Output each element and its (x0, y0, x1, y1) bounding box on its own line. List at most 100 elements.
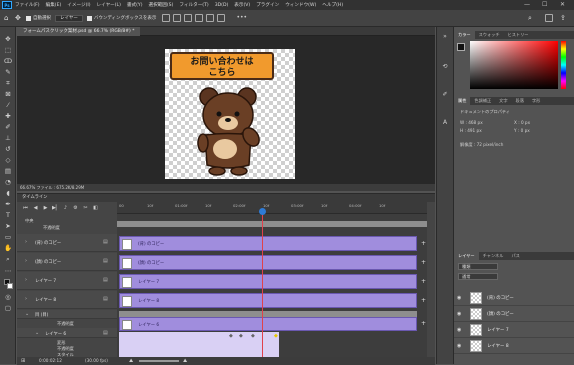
tab-adjustments[interactable]: 色調補正 (470, 97, 495, 105)
timeline-layer-row[interactable]: ⌄ レイヤー 6 ▤ (17, 328, 117, 338)
healing-tool-icon[interactable]: ✚ (4, 112, 12, 120)
quick-select-tool-icon[interactable]: ✎ (4, 68, 12, 76)
menu-type[interactable]: 書式(Y) (127, 2, 143, 8)
history-brush-icon[interactable]: ↺ (4, 145, 12, 153)
keyframe-icon[interactable]: ◆ (251, 333, 255, 339)
tab-paragraph[interactable]: 段落 (512, 97, 528, 105)
stamp-tool-icon[interactable]: ⊥ (4, 134, 12, 142)
menu-3d[interactable]: 3D(D) (215, 3, 229, 8)
eye-icon[interactable]: ◉ (457, 327, 461, 333)
lasso-tool-icon[interactable]: ↀ (4, 57, 12, 65)
prev-frame-icon[interactable]: ◀ (32, 205, 39, 212)
move-tool-icon[interactable]: ✥ (15, 14, 23, 22)
timeline-clip[interactable]: レイヤー 8 (119, 293, 417, 308)
hue-slider[interactable] (561, 41, 566, 89)
keyframe-icon[interactable]: ◆ (239, 333, 243, 339)
work-area-bar[interactable] (117, 221, 427, 227)
share-icon[interactable]: ⇪ (560, 14, 568, 22)
menu-help[interactable]: ヘルプ(H) (322, 2, 343, 8)
eye-icon[interactable]: ◉ (457, 311, 461, 317)
align-middle-icon[interactable] (206, 14, 215, 22)
align-center-icon[interactable] (173, 14, 182, 22)
film-icon[interactable]: ▤ (103, 330, 108, 336)
menu-view[interactable]: 表示(V) (234, 2, 250, 8)
playhead-handle[interactable] (259, 208, 266, 215)
hand-tool-icon[interactable]: ✋ (4, 244, 12, 252)
play-icon[interactable]: ▶ (42, 205, 49, 212)
eraser-tool-icon[interactable]: ◇ (4, 156, 12, 164)
eyedropper-tool-icon[interactable]: ⁄ (4, 101, 12, 109)
layer-filter-dropdown[interactable]: 種類 (458, 263, 498, 270)
menu-image[interactable]: イメージ(I) (67, 2, 90, 8)
layer-row[interactable]: ◉ (顔) のコピー (454, 306, 574, 322)
expand-arrow-icon[interactable]: › (25, 296, 27, 302)
quick-mask-icon[interactable]: ◎ (4, 293, 12, 301)
blur-tool-icon[interactable]: ◔ (4, 178, 12, 186)
move-tool-icon[interactable]: ✥ (4, 35, 12, 43)
maximize-icon[interactable]: ☐ (542, 1, 547, 8)
timeline-ruler[interactable]: 00 10f 01:00f 10f 02:00f 10f 03:00f 10f … (117, 202, 427, 214)
add-media-icon[interactable]: + (421, 240, 426, 247)
search-icon[interactable]: ⌕ (528, 14, 536, 22)
add-media-icon[interactable]: + (421, 278, 426, 285)
type-tool-icon[interactable]: T (4, 211, 12, 219)
film-icon[interactable]: ▤ (103, 239, 108, 245)
timeline-layer-row[interactable]: › レイヤー 8 ▤ (17, 291, 117, 309)
tab-swatches[interactable]: スウォッチ (475, 31, 504, 39)
tab-paths[interactable]: パス (507, 252, 523, 260)
fg-color-swatch[interactable] (457, 43, 465, 51)
tab-properties[interactable]: 属性 (454, 97, 471, 105)
collapse-arrow-icon[interactable]: ⌄ (35, 330, 39, 336)
layer-row[interactable]: ◉ レイヤー 7 (454, 322, 574, 338)
app-logo[interactable]: Ps (2, 1, 12, 9)
workspace-icon[interactable] (545, 14, 553, 22)
menu-select[interactable]: 選択範囲(S) (149, 2, 174, 8)
blend-mode-dropdown[interactable]: 通常 (458, 273, 498, 280)
frame-tool-icon[interactable]: ⊠ (4, 90, 12, 98)
playhead-line[interactable] (262, 209, 263, 365)
close-icon[interactable]: ✕ (560, 1, 565, 8)
crop-tool-icon[interactable]: ⌗ (4, 79, 12, 87)
character-panel-icon[interactable]: A (441, 119, 449, 127)
brush-panel-icon[interactable]: ✐ (441, 91, 449, 99)
shape-tool-icon[interactable]: ▭ (4, 233, 12, 241)
color-picker-field[interactable] (470, 41, 558, 89)
background-color-swatch[interactable] (7, 283, 13, 289)
tab-glyphs[interactable]: 字形 (528, 97, 544, 105)
brush-tool-icon[interactable]: ✐ (4, 123, 12, 131)
keyframe-icon[interactable]: ◆ (274, 333, 278, 339)
transition-icon[interactable]: ◧ (92, 205, 99, 212)
zoom-slider[interactable] (139, 360, 179, 362)
document-tab[interactable]: フォームパスクリック案材.psd @ 66.7% (RGB/8#) * (17, 27, 141, 36)
tab-channels[interactable]: チャンネル (479, 252, 508, 260)
add-media-icon[interactable]: + (421, 297, 426, 304)
audio-icon[interactable]: ♪ (62, 205, 69, 212)
minimize-icon[interactable]: — (524, 1, 530, 8)
settings-icon[interactable]: ⚙ (72, 205, 79, 212)
add-media-icon[interactable]: + (421, 259, 426, 266)
gradient-tool-icon[interactable]: ▤ (4, 167, 12, 175)
timeline-clip[interactable]: (顔) のコピー (119, 255, 417, 270)
pen-tool-icon[interactable]: ✒ (4, 200, 12, 208)
tab-history[interactable]: ヒストリー (504, 31, 533, 39)
eye-icon[interactable]: ◉ (457, 343, 461, 349)
keyframe-lane[interactable] (119, 332, 279, 357)
layer-row[interactable]: ◉ (背) のコピー (454, 290, 574, 306)
menu-window[interactable]: ウィンドウ(W) (285, 2, 316, 8)
eye-icon[interactable]: ◉ (457, 295, 461, 301)
menu-filter[interactable]: フィルター(T) (179, 2, 208, 8)
path-select-icon[interactable]: ➤ (4, 222, 12, 230)
home-icon[interactable]: ⌂ (4, 14, 12, 22)
keyframe-icon[interactable]: ◆ (229, 333, 233, 339)
timeline-layer-row[interactable]: › レイヤー 7 ▤ (17, 272, 117, 290)
history-panel-icon[interactable]: ⟲ (441, 63, 449, 71)
marquee-tool-icon[interactable]: ⬚ (4, 46, 12, 54)
collapse-icon[interactable]: » (441, 33, 449, 41)
timeline-clip[interactable]: (背) のコピー (119, 236, 417, 251)
more-tools-icon[interactable]: ⋯ (4, 267, 12, 275)
split-icon[interactable]: ✂ (82, 205, 89, 212)
dodge-tool-icon[interactable]: ◖ (4, 189, 12, 197)
expand-arrow-icon[interactable]: › (25, 239, 27, 245)
menu-file[interactable]: ファイル(F) (15, 2, 40, 8)
screen-mode-icon[interactable]: ▢ (4, 304, 12, 312)
